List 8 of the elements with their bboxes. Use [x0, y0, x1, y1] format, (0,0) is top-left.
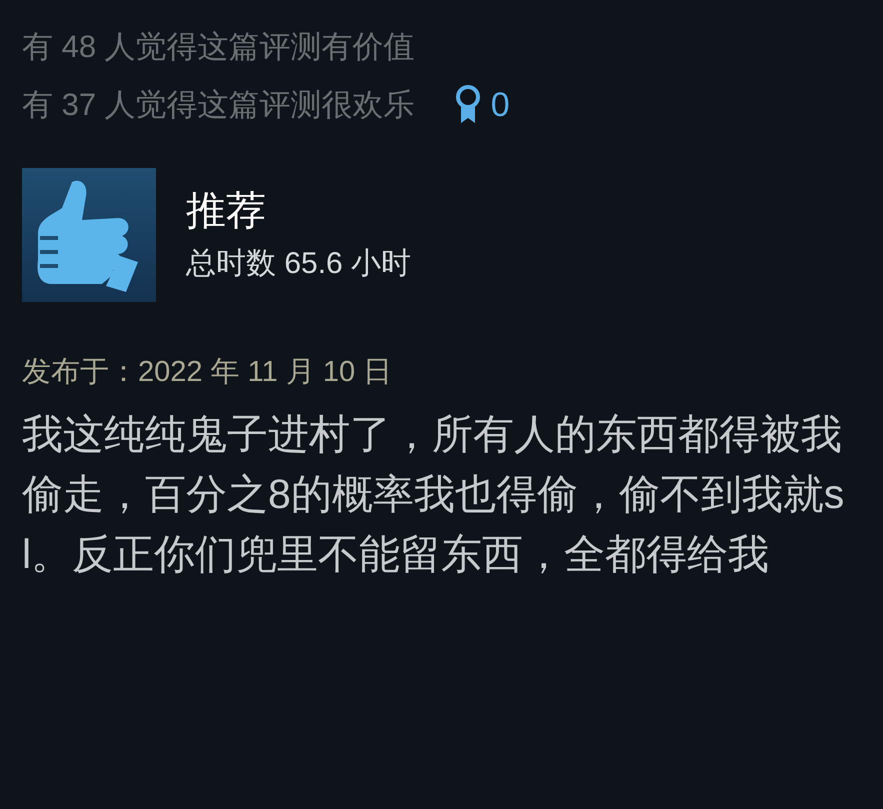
vote-count-text: 有 48 人觉得这篇评测有价值: [22, 28, 415, 66]
playtime-text: 总时数 65.6 小时: [186, 246, 412, 282]
verdict-title: 推荐: [186, 188, 267, 235]
vote-count-text: 有 37 人觉得这篇评测很欢乐: [22, 86, 415, 124]
review-text: 我这纯纯鬼子进村了，所有人的东西都得被我偷走，百分之8的概率我也得偷，偷不到我就sl。反正你们兜里不能留东西，全都得给我: [22, 410, 846, 579]
award-ribbon-icon: [454, 85, 481, 125]
posted-date: 发布于：2022 年 11 月 10 日: [22, 355, 394, 390]
award-count: 0: [490, 84, 510, 126]
